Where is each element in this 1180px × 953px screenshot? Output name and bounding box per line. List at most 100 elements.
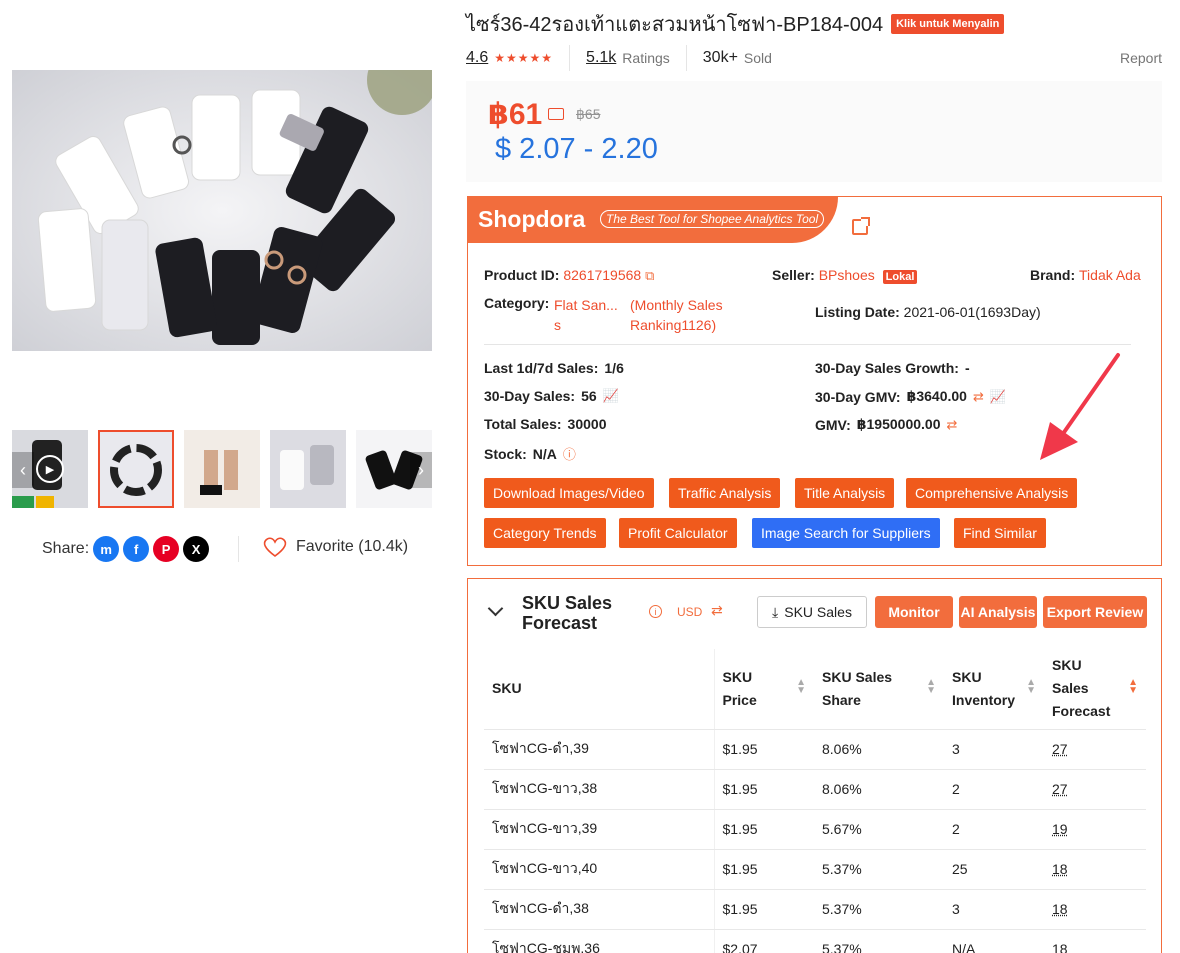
download-images-button[interactable]: Download Images/Video — [484, 478, 654, 508]
inventory-cell: 2 — [944, 769, 1044, 809]
rating-value[interactable]: 4.6 — [466, 49, 488, 67]
image-search-button[interactable]: Image Search for Suppliers — [752, 518, 940, 548]
price-cell: $1.95 — [714, 729, 814, 769]
forecast-cell[interactable]: 27 — [1044, 729, 1146, 769]
share-cell: 8.06% — [814, 729, 944, 769]
column-sku: SKU — [484, 649, 714, 729]
price-cell: $2.07 — [714, 929, 814, 953]
forecast-cell[interactable]: 18 — [1044, 889, 1146, 929]
category-label: Category: — [484, 295, 549, 311]
thumbnail-2[interactable] — [98, 430, 174, 508]
column-price[interactable]: SKU Price ▲ ▼ — [714, 649, 814, 729]
copy-icon[interactable]: ⧉ — [645, 268, 654, 283]
sales-growth: 30-Day Sales Growth: - — [815, 360, 970, 376]
sku-cell: โซฟาCG-ดำ,39 — [484, 729, 714, 769]
download-icon: ⤓ — [772, 604, 778, 621]
currency-label: USD — [677, 605, 702, 619]
star-rating-icon: ★★★★★ — [494, 51, 553, 65]
trend-chart-icon[interactable]: 📈 — [990, 389, 1006, 405]
sandals-photo — [12, 70, 432, 351]
price-cell: $1.95 — [714, 769, 814, 809]
pinterest-icon[interactable]: P — [153, 536, 179, 562]
favorite-label: Favorite (10.4k) — [296, 538, 408, 556]
table-row: โซฟาCG-ดำ,38 $1.95 5.37% 3 18 — [484, 889, 1146, 929]
listing-date: Listing Date: 2021-06-01(1693Day) — [815, 304, 1041, 320]
column-inventory[interactable]: SKU Inventory ▲ ▼ — [944, 649, 1044, 729]
brand: Brand: Tidak Ada — [1030, 267, 1141, 283]
trend-chart-icon[interactable]: 📈 — [603, 388, 619, 404]
brand-value: Tidak Ada — [1079, 267, 1141, 283]
table-row: โซฟาCG-ชมพ,36 $2.07 5.37% N/A 18 — [484, 929, 1146, 953]
favorite-button[interactable]: Favorite (10.4k) — [262, 536, 408, 558]
product-id: Product ID: 8261719568 ⧉ — [484, 267, 654, 284]
sku-cell: โซฟาCG-ขาว,39 — [484, 809, 714, 849]
play-icon[interactable]: ▶ — [36, 455, 64, 483]
thumbnail-4[interactable] — [270, 430, 346, 508]
category-value[interactable]: Flat San... s — [554, 295, 618, 335]
facebook-icon[interactable]: f — [123, 536, 149, 562]
sort-icon[interactable]: ▲ ▼ — [1026, 679, 1036, 695]
export-review-button[interactable]: Export Review — [1043, 596, 1147, 628]
sort-icon[interactable]: ▲ ▼ — [1128, 679, 1138, 695]
category-trends-button[interactable]: Category Trends — [484, 518, 606, 548]
thumbnail-strip — [12, 430, 432, 508]
sku-forecast-panel: SKU Sales Forecast i USD ⇄ ⤓ SKU Sales M… — [467, 578, 1162, 953]
product-title: ไซร์36-42รองเท้าแตะสวมหน้าโซฟา-BP184-004 — [466, 8, 883, 40]
inventory-cell: 3 — [944, 729, 1044, 769]
sort-icon[interactable]: ▲ ▼ — [926, 679, 936, 695]
price-cell: $1.95 — [714, 849, 814, 889]
price-box: ฿61 ฿65 $ 2.07 - 2.20 — [466, 81, 1162, 182]
copy-title-button[interactable]: Klik untuk Menyalin — [891, 14, 1004, 34]
table-header-row: SKU SKU Price ▲ ▼ SKU Sales Share ▲ ▼ SKU Inv… — [484, 649, 1146, 729]
currency-swap-icon[interactable]: ⇄ — [711, 602, 723, 619]
title-analysis-button[interactable]: Title Analysis — [795, 478, 894, 508]
red-arrow-annotation — [1030, 350, 1125, 465]
table-row: โซฟาCG-ขาว,38 $1.95 8.06% 2 27 — [484, 769, 1146, 809]
ratings-count[interactable]: 5.1k — [586, 49, 616, 67]
product-id-value[interactable]: 8261719568 — [563, 267, 641, 283]
messenger-icon[interactable]: m — [93, 536, 119, 562]
sold-label: Sold — [744, 50, 772, 66]
seller-value[interactable]: BPshoes — [819, 267, 875, 283]
table-row: โซฟาCG-ขาว,39 $1.95 5.67% 2 19 — [484, 809, 1146, 849]
thumbnail-3[interactable] — [184, 430, 260, 508]
share-row: Share: m f P X — [42, 536, 209, 562]
traffic-analysis-button[interactable]: Traffic Analysis — [669, 478, 780, 508]
forecast-cell[interactable]: 27 — [1044, 769, 1146, 809]
thumb-next-button[interactable]: › — [410, 452, 432, 488]
shopdora-tagline: The Best Tool for Shopee Analytics Tool — [600, 210, 824, 228]
price-tag-icon — [548, 108, 564, 120]
info-icon[interactable]: ⓘ — [563, 444, 576, 463]
collapse-chevron-icon[interactable] — [488, 601, 504, 617]
product-main-image[interactable] — [12, 70, 432, 351]
comprehensive-analysis-button[interactable]: Comprehensive Analysis — [906, 478, 1077, 508]
lokal-badge: Lokal — [883, 270, 918, 284]
sku-sales-download-button[interactable]: ⤓ SKU Sales — [757, 596, 867, 628]
external-link-icon[interactable] — [852, 219, 868, 235]
ai-analysis-button[interactable]: AI Analysis — [959, 596, 1037, 628]
swap-icon[interactable]: ⇄ — [973, 389, 984, 405]
title-row: ไซร์36-42รองเท้าแตะสวมหน้าโซฟา-BP184-004… — [466, 8, 1004, 40]
share-cell: 8.06% — [814, 769, 944, 809]
info-icon[interactable]: i — [649, 605, 662, 618]
monitor-button[interactable]: Monitor — [875, 596, 953, 628]
forecast-cell[interactable]: 18 — [1044, 849, 1146, 889]
thumb-prev-button[interactable]: ‹ — [12, 452, 34, 488]
heart-icon — [262, 536, 288, 558]
column-share[interactable]: SKU Sales Share ▲ ▼ — [814, 649, 944, 729]
x-icon[interactable]: X — [183, 536, 209, 562]
forecast-cell[interactable]: 18 — [1044, 929, 1146, 953]
table-row: โซฟาCG-ดำ,39 $1.95 8.06% 3 27 — [484, 729, 1146, 769]
forecast-cell[interactable]: 19 — [1044, 809, 1146, 849]
find-similar-button[interactable]: Find Similar — [954, 518, 1046, 548]
sku-cell: โซฟาCG-ขาว,40 — [484, 849, 714, 889]
sort-icon[interactable]: ▲ ▼ — [796, 679, 806, 695]
sku-panel-title: SKU Sales Forecast — [522, 593, 612, 633]
sku-cell: โซฟาCG-ดำ,38 — [484, 889, 714, 929]
share-cell: 5.37% — [814, 929, 944, 953]
price-cell: $1.95 — [714, 809, 814, 849]
report-link[interactable]: Report — [1120, 50, 1162, 66]
swap-icon[interactable]: ⇄ — [947, 417, 958, 433]
profit-calculator-button[interactable]: Profit Calculator — [619, 518, 737, 548]
column-forecast[interactable]: SKU Sales Forecast ▲ ▼ — [1044, 649, 1146, 729]
